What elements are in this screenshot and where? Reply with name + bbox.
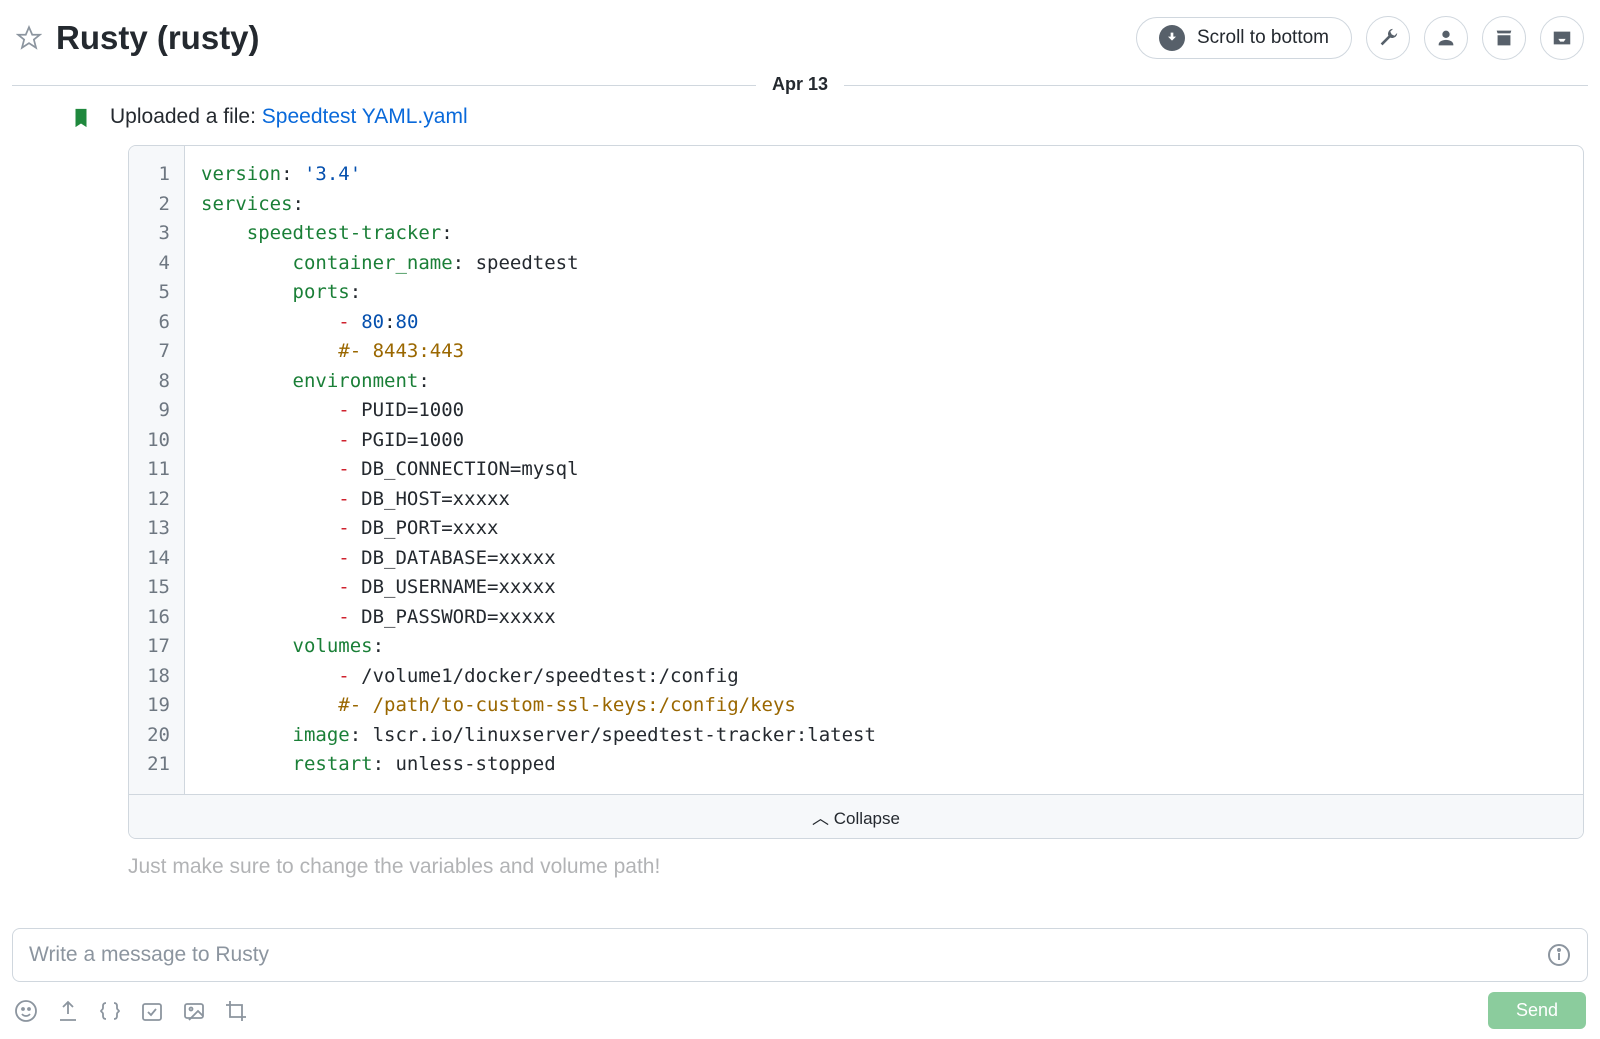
page-title: Rusty (rusty) <box>56 19 260 57</box>
upload-prefix: Uploaded a file: <box>110 105 262 128</box>
message-row: Uploaded a file: Speedtest YAML.yaml 1 2… <box>16 105 1584 879</box>
code-braces-icon[interactable] <box>98 999 122 1023</box>
user-button[interactable] <box>1424 16 1468 60</box>
code-content[interactable]: version: '3.4' services: speedtest-track… <box>185 146 892 794</box>
scroll-to-bottom-label: Scroll to bottom <box>1197 27 1329 49</box>
star-icon[interactable] <box>16 25 42 51</box>
bookmark-icon <box>70 107 92 129</box>
arrow-down-circle-icon <box>1159 25 1185 51</box>
wrench-icon <box>1377 27 1399 49</box>
composer-toolbar: Send <box>12 982 1588 1029</box>
image-icon[interactable] <box>182 999 206 1023</box>
collapse-label: Collapse <box>834 809 900 828</box>
send-button[interactable]: Send <box>1488 992 1586 1029</box>
code-gutter: 1 2 3 4 5 6 7 8 9 10 11 12 13 14 15 16 1… <box>129 146 185 794</box>
date-separator: Apr 13 <box>12 74 1588 95</box>
inbox-button[interactable] <box>1540 16 1584 60</box>
upload-line: Uploaded a file: Speedtest YAML.yaml <box>110 105 1584 129</box>
message-input[interactable] <box>29 943 1547 967</box>
archive-icon <box>1493 27 1515 49</box>
collapse-button[interactable]: ︿ Collapse <box>129 794 1583 838</box>
header: Rusty (rusty) Scroll to bottom <box>12 10 1588 74</box>
upload-icon[interactable] <box>56 999 80 1023</box>
followup-text: Just make sure to change the variables a… <box>128 855 1584 879</box>
uploaded-file-link[interactable]: Speedtest YAML.yaml <box>262 105 468 128</box>
inbox-icon <box>1551 27 1573 49</box>
emoji-icon[interactable] <box>14 999 38 1023</box>
chevron-up-icon: ︿ <box>812 809 834 828</box>
archive-button[interactable] <box>1482 16 1526 60</box>
wrench-button[interactable] <box>1366 16 1410 60</box>
crop-icon[interactable] <box>224 999 248 1023</box>
scroll-to-bottom-button[interactable]: Scroll to bottom <box>1136 17 1352 59</box>
code-block: 1 2 3 4 5 6 7 8 9 10 11 12 13 14 15 16 1… <box>128 145 1584 839</box>
checkbox-icon[interactable] <box>140 999 164 1023</box>
date-label: Apr 13 <box>756 74 844 94</box>
info-icon[interactable] <box>1547 943 1571 967</box>
person-icon <box>1435 27 1457 49</box>
composer <box>12 928 1588 982</box>
